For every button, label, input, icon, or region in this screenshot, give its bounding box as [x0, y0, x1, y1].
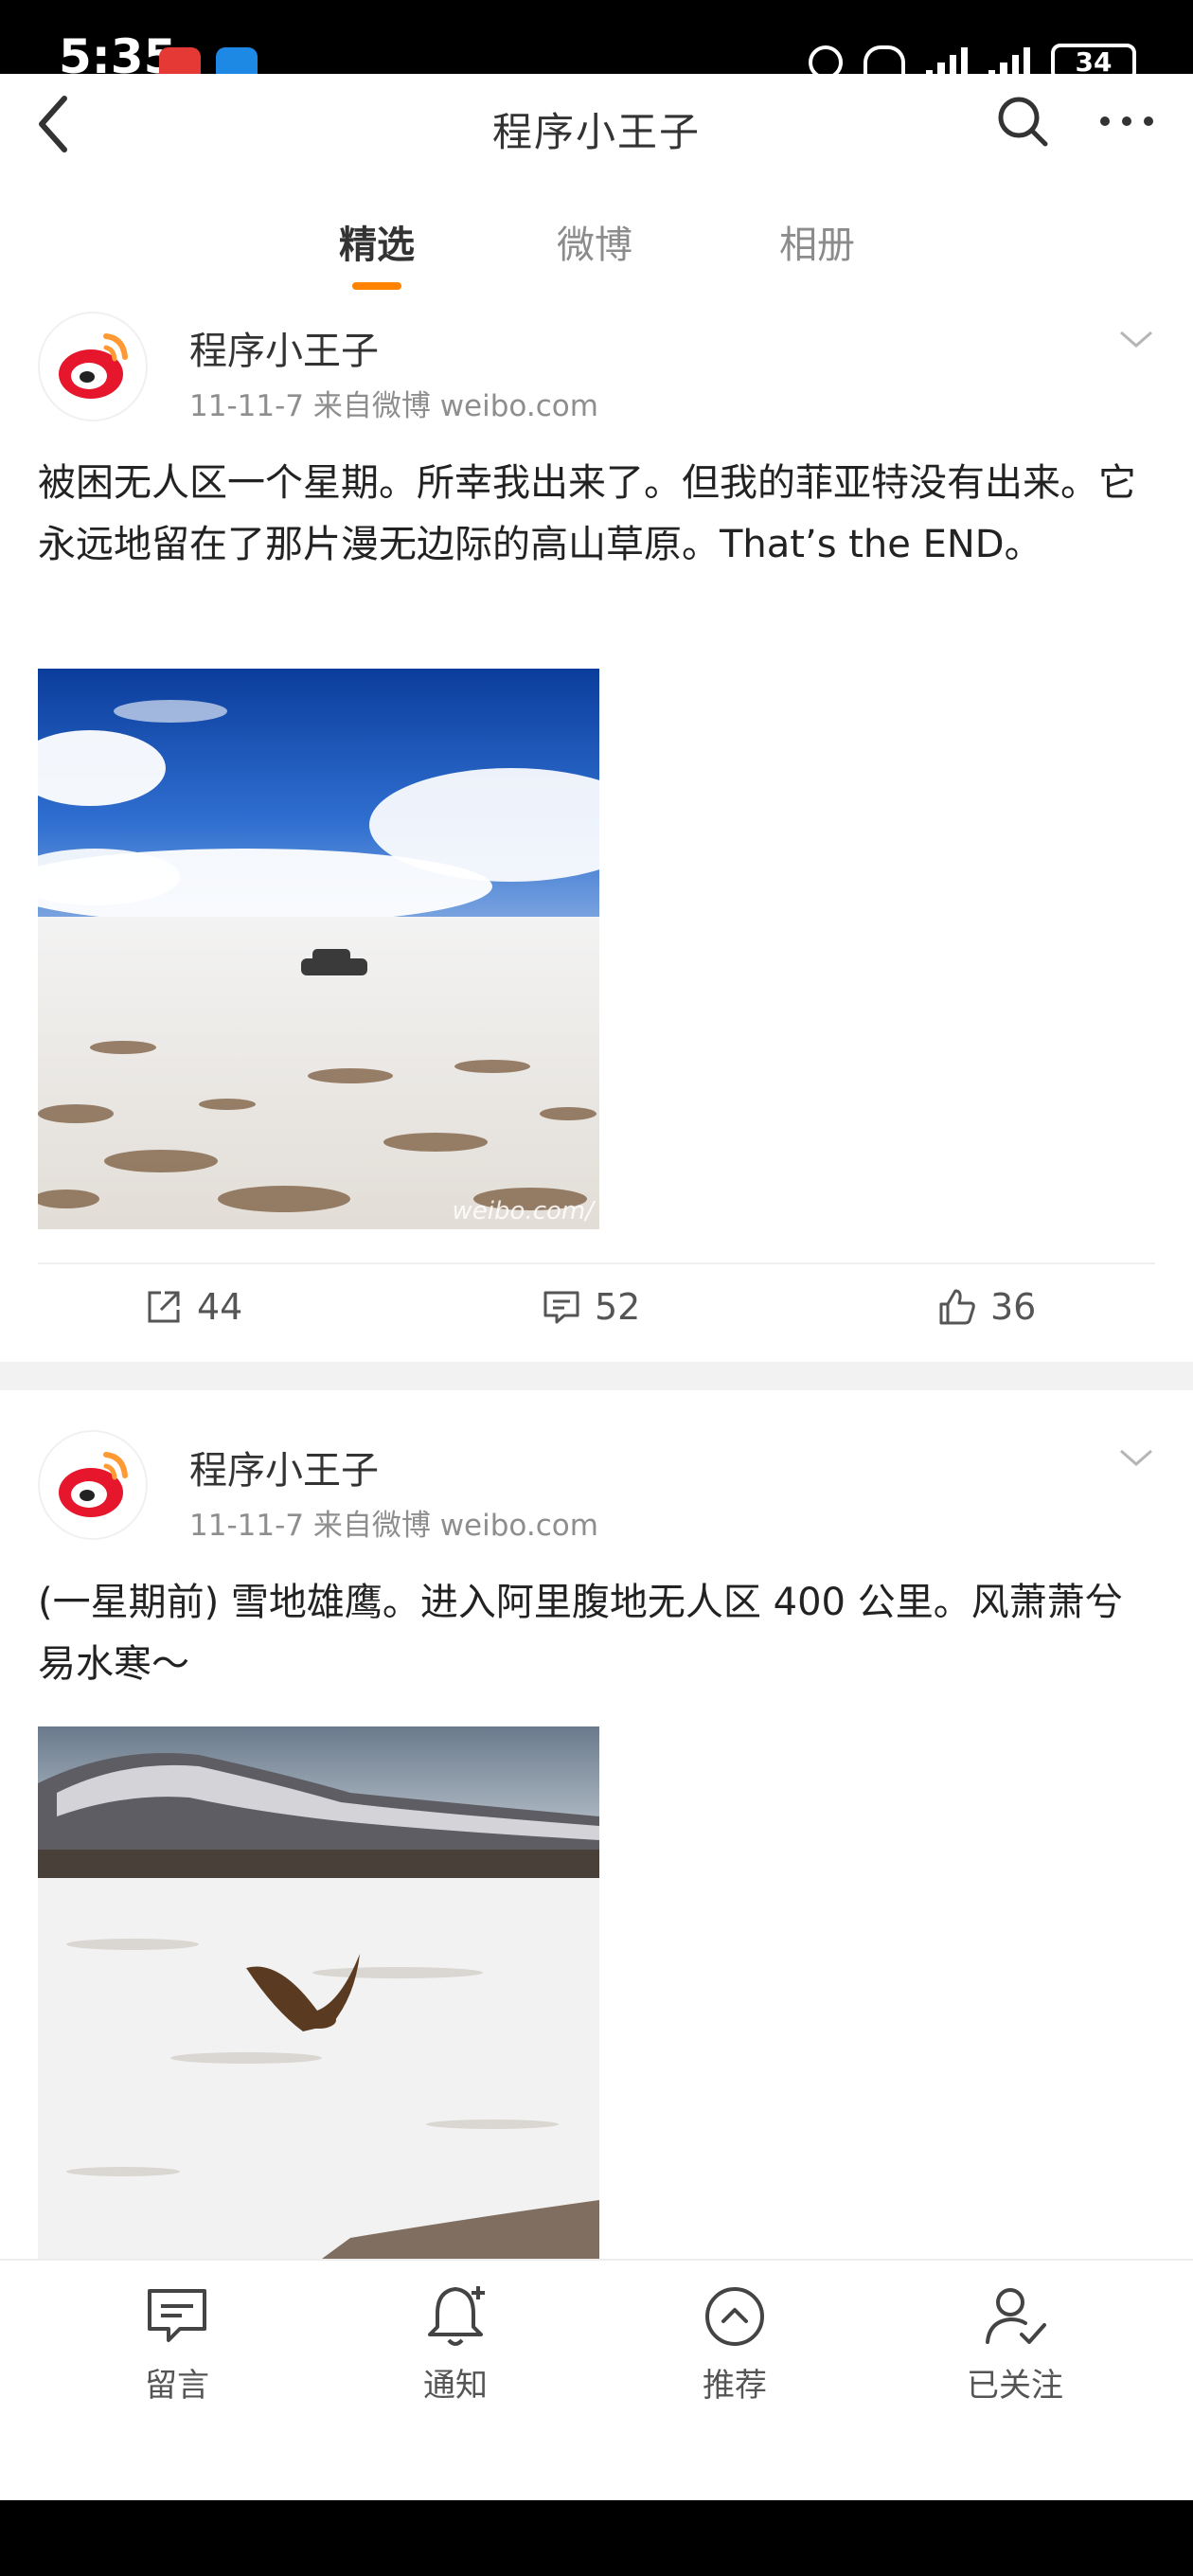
avatar[interactable]	[38, 1430, 148, 1540]
nav-message[interactable]: 留言	[82, 2280, 272, 2406]
post-divider	[0, 1362, 1193, 1390]
share-icon	[148, 1291, 180, 1323]
tab-weibo[interactable]: 微博	[528, 214, 661, 269]
nav-message-label: 留言	[145, 2367, 209, 2405]
comment-icon	[543, 1291, 579, 1324]
nav-recommend[interactable]: 推荐	[640, 2280, 829, 2406]
post-meta: 11-11-7 来自微博 weibo.com	[189, 1509, 598, 1543]
nav-recommend-label: 推荐	[703, 2367, 767, 2405]
image-watermark: weibo.com/	[452, 1197, 594, 1225]
like-count: 36	[990, 1286, 1037, 1328]
share-button[interactable]: 44	[144, 1283, 242, 1331]
nav-followed[interactable]: 已关注	[920, 2280, 1110, 2406]
more-button[interactable]	[1094, 93, 1160, 150]
author-name[interactable]: 程序小王子	[189, 320, 379, 375]
message-icon	[148, 2289, 206, 2342]
followed-user-icon	[986, 2288, 1046, 2344]
bottom-nav: 留言 通知 推荐 已关注	[0, 2259, 1193, 2502]
post-text: (一星期前) 雪地雄鹰。进入阿里腹地无人区 400 公里。风萧萧兮易水寒～	[38, 1581, 1123, 1686]
thumbs-up-icon	[939, 1289, 975, 1325]
like-button[interactable]: 36	[937, 1283, 1036, 1331]
author-name[interactable]: 程序小王子	[189, 1440, 379, 1494]
post-actions: 44 52 36	[38, 1262, 1155, 1350]
recommend-icon	[705, 2287, 764, 2346]
top-header: 程序小王子	[0, 74, 1193, 178]
share-count: 44	[197, 1286, 243, 1328]
snowfield-car-photo	[38, 669, 599, 1229]
comment-count: 52	[595, 1286, 641, 1328]
nav-notification-label: 通知	[423, 2367, 488, 2405]
chevron-down-icon	[1120, 1449, 1152, 1466]
more-dots-icon	[1100, 116, 1153, 126]
bell-icon	[428, 2286, 485, 2346]
tab-album[interactable]: 相册	[751, 214, 883, 269]
post-text: 被困无人区一个星期。所幸我出来了。但我的菲亚特没有出来。它永远地留在了那片漫无边…	[38, 461, 1136, 566]
profile-tabs: 精选 微博 相册	[0, 178, 1193, 298]
search-icon	[998, 97, 1048, 147]
post-menu-button[interactable]	[1117, 1443, 1155, 1472]
search-button[interactable]	[994, 93, 1051, 150]
post-image-landscape-car[interactable]: weibo.com/	[38, 669, 599, 1229]
system-navigation-bar	[0, 2500, 1193, 2576]
avatar[interactable]	[38, 312, 148, 421]
active-tab-indicator	[352, 282, 401, 290]
comment-button[interactable]: 52	[542, 1283, 640, 1331]
chevron-down-icon	[1120, 331, 1152, 348]
post-card: 程序小王子 11-11-7 来自微博 weibo.com 被困无人区一个星期。所…	[0, 296, 1193, 1362]
post-image-eagle[interactable]	[38, 1726, 599, 2259]
post-meta: 11-11-7 来自微博 weibo.com	[189, 389, 598, 423]
tab-featured[interactable]: 精选	[311, 214, 443, 269]
post-menu-button[interactable]	[1117, 325, 1155, 353]
post-card: 程序小王子 11-11-7 来自微博 weibo.com (一星期前) 雪地雄鹰…	[0, 1390, 1193, 2259]
weibo-logo-icon	[59, 333, 128, 399]
nav-notification[interactable]: 通知	[361, 2280, 550, 2406]
status-bar: 5:35 34	[0, 0, 1193, 85]
snow-eagle-photo	[38, 1726, 599, 2259]
weibo-logo-icon	[59, 1452, 128, 1517]
nav-followed-label: 已关注	[967, 2367, 1063, 2405]
